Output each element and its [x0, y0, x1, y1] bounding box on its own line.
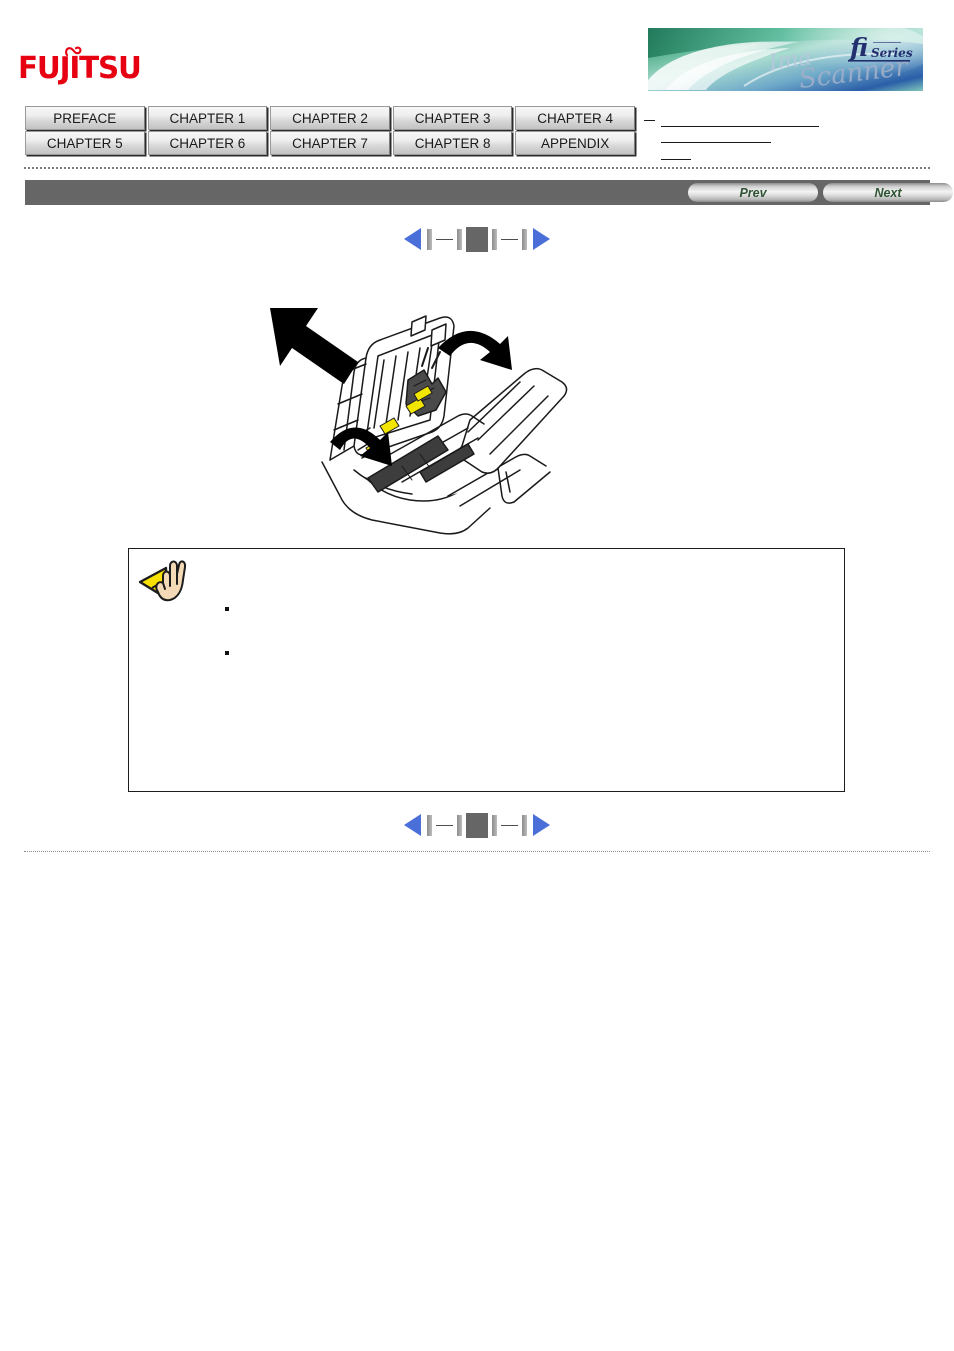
page-step-nav-top [0, 226, 954, 252]
svg-text:Series: Series [871, 46, 913, 60]
page-step-nav-bottom [0, 812, 954, 838]
separator-dotted-top [24, 167, 930, 169]
fujitsu-wordmark: FUJITSU [18, 51, 142, 86]
tab-chapter-4[interactable]: CHAPTER 4 [515, 106, 635, 130]
step-bar-2 [457, 814, 462, 836]
caution-note-box [128, 548, 845, 792]
triangle-left-icon[interactable] [404, 228, 421, 250]
rule-connector-dash [644, 120, 655, 121]
tab-chapter-6[interactable]: CHAPTER 6 [147, 131, 268, 155]
tab-chapter-3[interactable]: CHAPTER 3 [392, 106, 513, 130]
triangle-right-icon[interactable] [533, 814, 550, 836]
tab-chapter-7[interactable]: CHAPTER 7 [270, 131, 390, 155]
next-button[interactable]: Next [823, 183, 953, 202]
current-step-marker [466, 226, 488, 252]
tab-chapter-1[interactable]: CHAPTER 1 [147, 106, 268, 130]
placeholder-rule-3 [661, 159, 691, 160]
triangle-right-icon[interactable] [533, 228, 550, 250]
tab-chapter-2[interactable]: CHAPTER 2 [270, 106, 390, 130]
fi-series-banner: Ima Scanner fi Series [648, 28, 923, 91]
chapter-tab-nav: PREFACE CHAPTER 1 CHAPTER 2 CHAPTER 3 CH… [25, 106, 635, 155]
scanner-adf-open-diagram [262, 300, 592, 545]
step-line-1 [436, 824, 453, 826]
prev-button[interactable]: Prev [688, 183, 818, 202]
step-bar-3 [492, 228, 497, 250]
step-bar-2 [457, 228, 462, 250]
tab-preface[interactable]: PREFACE [25, 106, 145, 130]
triangle-left-icon[interactable] [404, 814, 421, 836]
navigation-toolbar: Prev Next [25, 180, 953, 205]
placeholder-rule-1 [661, 126, 819, 127]
placeholder-rule-2 [661, 142, 771, 143]
note-bullet-list [225, 607, 229, 695]
note-bullet-2 [225, 651, 229, 655]
tab-chapter-5[interactable]: CHAPTER 5 [25, 131, 145, 155]
tab-appendix[interactable]: APPENDIX [515, 131, 635, 155]
tab-chapter-8[interactable]: CHAPTER 8 [392, 131, 513, 155]
separator-dotted-bottom [24, 851, 930, 852]
step-bar-1 [427, 814, 432, 836]
caution-hand-icon [138, 560, 187, 602]
step-bar-1 [427, 228, 432, 250]
fujitsu-logo: FUJITSU [18, 44, 148, 90]
note-bullet-1 [225, 607, 229, 611]
step-bar-4 [522, 228, 527, 250]
step-bar-3 [492, 814, 497, 836]
svg-text:fi: fi [848, 33, 868, 62]
step-line-1 [436, 238, 453, 240]
step-line-2 [501, 238, 518, 240]
tab-row-2: CHAPTER 5 CHAPTER 6 CHAPTER 7 CHAPTER 8 … [25, 131, 635, 155]
step-bar-4 [522, 814, 527, 836]
current-step-marker [466, 812, 488, 838]
step-line-2 [501, 824, 518, 826]
tab-row-1: PREFACE CHAPTER 1 CHAPTER 2 CHAPTER 3 CH… [25, 106, 635, 130]
